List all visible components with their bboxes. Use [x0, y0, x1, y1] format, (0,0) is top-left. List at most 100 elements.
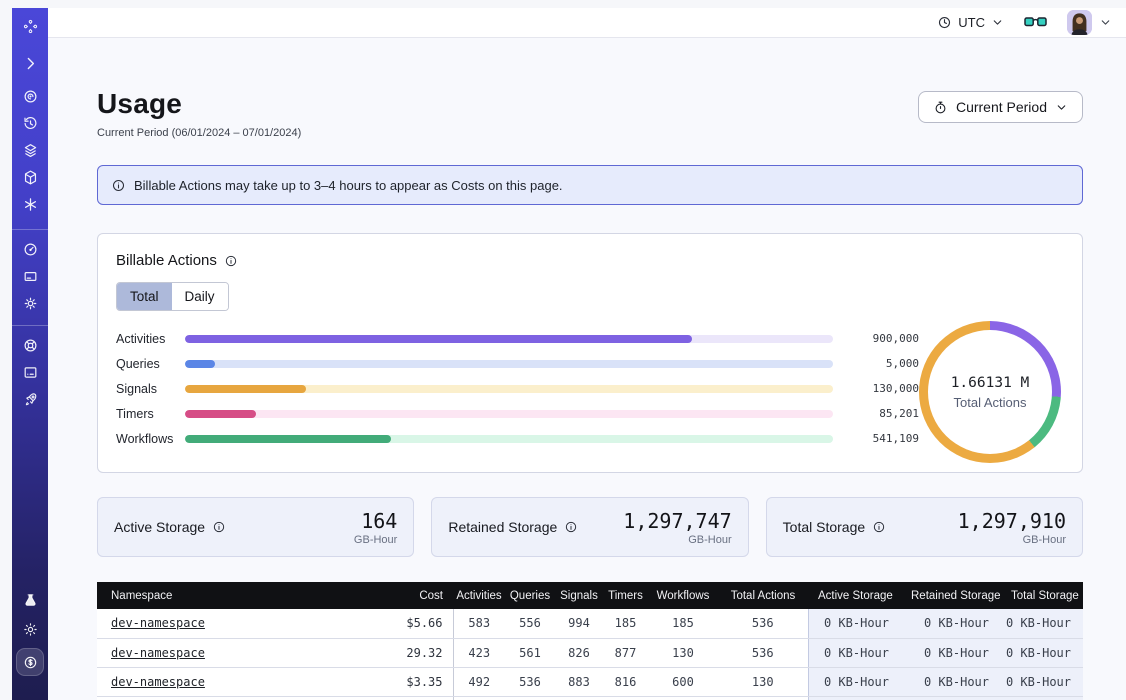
info-icon[interactable] [224, 254, 238, 268]
cell-total-actions: 536 [718, 609, 808, 638]
billable-actions-title: Billable Actions [116, 252, 217, 269]
cell-activities: 583 [453, 609, 505, 638]
top-bar: UTC [48, 8, 1126, 38]
period-dropdown-label: Current Period [956, 99, 1047, 115]
donut-total-label: Total Actions [954, 395, 1027, 410]
total-storage-label: Total Storage [783, 519, 866, 535]
cube-icon[interactable] [19, 167, 41, 188]
bar-fill [185, 435, 391, 443]
table-header-row: Namespace Cost Activities Queries Signal… [97, 582, 1083, 609]
info-icon [111, 178, 126, 193]
glasses-icon [1024, 15, 1047, 30]
col-total-storage: Total Storage [1001, 582, 1083, 609]
rocket-icon[interactable] [19, 389, 41, 410]
cell-active-storage: 0 KB-Hour [808, 638, 901, 667]
info-banner: Billable Actions may take up to 3–4 hour… [97, 165, 1083, 205]
tab-total[interactable]: Total [117, 283, 172, 310]
cell-signals: 994 [555, 609, 603, 638]
main-content: Usage Current Period (06/01/2024 – 07/01… [48, 38, 1126, 700]
cell-signals: 883 [555, 667, 603, 696]
namespace-link[interactable]: dev-namespace [111, 616, 205, 630]
billing-card-icon[interactable] [19, 266, 41, 287]
table-row-partial [97, 696, 1083, 700]
period-dropdown-button[interactable]: Current Period [918, 91, 1083, 123]
timezone-selector[interactable]: UTC [937, 15, 1004, 30]
layers-icon[interactable] [19, 140, 41, 161]
settings-gear-icon[interactable] [19, 293, 41, 314]
cell-activities: 492 [453, 667, 505, 696]
active-storage-label: Active Storage [114, 519, 205, 535]
table-row: dev-namespace 29.32 423 561 826 877 130 … [97, 638, 1083, 667]
bar-track [185, 410, 833, 418]
col-workflows: Workflows [648, 582, 718, 609]
namespace-link[interactable]: dev-namespace [111, 675, 205, 689]
bar-value: 541,109 [863, 432, 919, 445]
col-activities: Activities [453, 582, 505, 609]
info-icon[interactable] [872, 520, 886, 534]
feedback-glasses-button[interactable] [1024, 15, 1047, 30]
nav-rail [12, 8, 48, 700]
donut-total-value: 1.66131 M [951, 375, 1030, 391]
bar-fill [185, 385, 306, 393]
cell-cost: 29.32 [347, 638, 453, 667]
bar-fill [185, 410, 256, 418]
table-row: dev-namespace $5.66 583 556 994 185 185 … [97, 609, 1083, 638]
cell-queries: 561 [505, 638, 555, 667]
page-subtitle: Current Period (06/01/2024 – 07/01/2024) [97, 127, 301, 139]
active-storage-value: 164 [354, 509, 397, 533]
cell-activities: 423 [453, 638, 505, 667]
temporal-logo-icon[interactable] [19, 16, 41, 37]
support-lifering-icon[interactable] [19, 335, 41, 356]
usage-dollar-button[interactable] [16, 648, 44, 676]
cell-total-storage: 0 KB-Hour [1001, 609, 1083, 638]
asterisk-icon[interactable] [19, 194, 41, 215]
active-storage-unit: GB-Hour [354, 534, 397, 546]
bar-label: Workflows [116, 432, 185, 446]
usage-gauge-icon[interactable] [19, 239, 41, 260]
info-icon[interactable] [564, 520, 578, 534]
total-storage-unit: GB-Hour [958, 534, 1066, 546]
lab-flask-icon[interactable] [19, 590, 41, 611]
cell-retained-storage: 0 KB-Hour [901, 609, 1001, 638]
col-cost: Cost [347, 582, 453, 609]
info-icon[interactable] [212, 520, 226, 534]
cell-workflows: 130 [648, 638, 718, 667]
retained-storage-card: Retained Storage 1,297,747 GB-Hour [431, 497, 748, 557]
info-banner-text: Billable Actions may take up to 3–4 hour… [134, 178, 563, 193]
theme-sun-icon[interactable] [19, 619, 41, 640]
cell-signals: 826 [555, 638, 603, 667]
account-menu[interactable] [1067, 10, 1112, 35]
cell-queries: 556 [505, 609, 555, 638]
cell-total-actions: 130 [718, 667, 808, 696]
cell-timers: 877 [603, 638, 648, 667]
cell-retained-storage: 0 KB-Hour [901, 667, 1001, 696]
avatar [1067, 10, 1092, 35]
col-total-actions: Total Actions [718, 582, 808, 609]
cell-total-storage: 0 KB-Hour [1001, 638, 1083, 667]
stopwatch-icon [933, 100, 948, 115]
collapse-chevron-icon[interactable] [19, 53, 41, 74]
docs-terminal-icon[interactable] [19, 362, 41, 383]
bar-label: Activities [116, 332, 185, 346]
chevron-down-icon [991, 16, 1004, 29]
namespaces-icon[interactable] [19, 86, 41, 107]
cell-workflows: 600 [648, 667, 718, 696]
nav-divider [12, 325, 48, 326]
cell-queries: 536 [505, 667, 555, 696]
total-storage-card: Total Storage 1,297,910 GB-Hour [766, 497, 1083, 557]
col-signals: Signals [555, 582, 603, 609]
schedules-history-icon[interactable] [19, 113, 41, 134]
bar-track [185, 435, 833, 443]
retained-storage-unit: GB-Hour [623, 534, 731, 546]
tab-daily[interactable]: Daily [172, 283, 228, 310]
col-queries: Queries [505, 582, 555, 609]
bar-label: Queries [116, 357, 185, 371]
col-timers: Timers [603, 582, 648, 609]
nav-divider [12, 229, 48, 230]
cell-timers: 185 [603, 609, 648, 638]
namespace-link[interactable]: dev-namespace [111, 646, 205, 660]
timezone-label: UTC [958, 15, 985, 30]
cell-cost: $5.66 [347, 609, 453, 638]
col-namespace: Namespace [97, 582, 347, 609]
cell-retained-storage: 0 KB-Hour [901, 638, 1001, 667]
